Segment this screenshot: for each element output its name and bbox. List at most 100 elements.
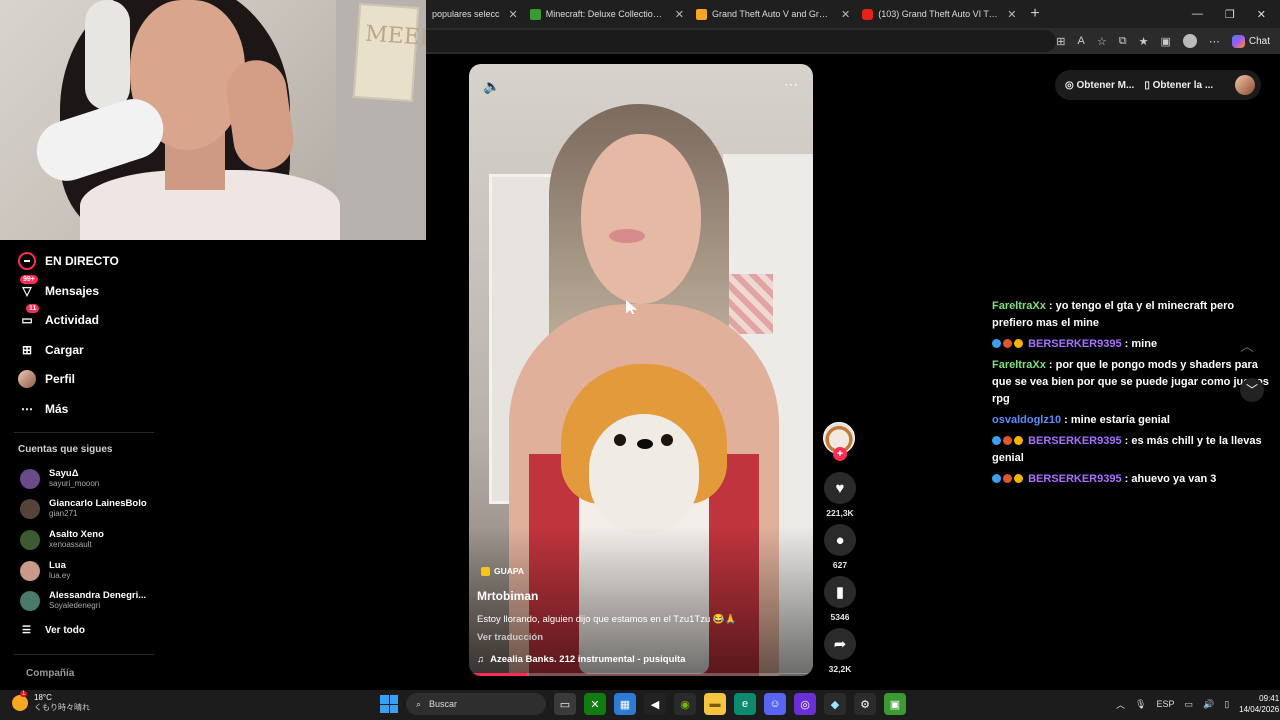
chat-user: BERSERKER9395 (1028, 435, 1122, 447)
account-name: Asalto Xeno (49, 529, 104, 540)
taskbar-search[interactable]: ⌕ Buscar (406, 693, 546, 715)
microphone-icon[interactable]: 🎙 (1135, 699, 1146, 710)
clock[interactable]: 09:41 14/04/2026 (1239, 693, 1279, 715)
user-avatar[interactable] (1235, 75, 1255, 95)
windows-taskbar: 1 18°C くもり時々晴れ ⌕ Buscar ▭ ✕ ▦ ◀ ◉ ▬ e ☺ … (0, 690, 1280, 720)
launcher-icon[interactable]: ◆ (824, 693, 846, 715)
chevron-up-icon[interactable]: ︿ (1116, 698, 1125, 711)
weather-description: くもり時々晴れ (34, 703, 90, 712)
badge-icon (1014, 339, 1023, 348)
read-aloud-icon[interactable]: A (1078, 35, 1085, 47)
copilot-chat-button[interactable]: Chat (1231, 34, 1270, 48)
tab-title: populares selecc (432, 9, 500, 19)
favorite-star-icon[interactable]: ☆ (1097, 35, 1107, 48)
discord-icon[interactable]: ☺ (764, 693, 786, 715)
webcam-headset (85, 0, 130, 110)
volume-icon[interactable]: 🔊 (1203, 699, 1214, 710)
see-translation-link[interactable]: Ver traducción (477, 632, 543, 643)
sidebar-item-live[interactable]: EN DIRECTO (18, 252, 119, 270)
steam-icon[interactable]: ⚙ (854, 693, 876, 715)
minimize-icon[interactable]: — (1192, 8, 1203, 21)
browser-tab[interactable]: populares selecc ✕ (426, 0, 524, 28)
sidebar-item-more[interactable]: ⋯ Más (18, 400, 68, 418)
file-explorer-icon[interactable]: ▬ (704, 693, 726, 715)
sidebar-item-activity[interactable]: ▭ 11 Actividad (18, 304, 99, 329)
follow-plus-icon[interactable]: + (833, 447, 847, 461)
network-icon[interactable]: ▭ (1184, 699, 1193, 710)
edge-icon[interactable]: e (734, 693, 756, 715)
following-section-title: Cuentas que sigues (18, 444, 113, 455)
badge-icon (1003, 339, 1012, 348)
following-account[interactable]: SayuΔ sayuri_mooon (20, 468, 99, 489)
stream-chat: FareltraXx : yo tengo el gta y el minecr… (992, 298, 1276, 492)
browser-tab[interactable]: Minecraft: Deluxe Collection Obtén ✕ (524, 0, 690, 28)
see-all-link[interactable]: ☰ Ver todo (22, 625, 85, 636)
task-view-icon[interactable]: ▭ (554, 693, 576, 715)
favorites-icon[interactable]: ★ (1139, 35, 1149, 48)
video-player[interactable]: 🔈 ⋯ GUAPA Mrtobiman Estoy llorando, algu… (469, 64, 813, 676)
language-indicator[interactable]: ESP (1156, 699, 1174, 709)
following-account[interactable]: Giancarlo LainesBolo gian271 (20, 498, 147, 519)
chat-badges (992, 436, 1023, 445)
video-music[interactable]: ♫ Azealia Banks. 212 instrumental - pusi… (477, 654, 685, 665)
xbox-icon[interactable]: ✕ (584, 693, 606, 715)
account-name: Giancarlo LainesBolo (49, 498, 147, 509)
company-link[interactable]: Compañía (26, 668, 74, 679)
badge-icon (992, 339, 1001, 348)
share-icon: ➦ (824, 628, 856, 660)
following-account[interactable]: Asalto Xeno xenoassault (20, 529, 104, 550)
close-tab-icon[interactable]: ✕ (675, 8, 684, 21)
close-tab-icon[interactable]: ✕ (509, 8, 518, 21)
avatar (20, 590, 40, 611)
weather-sun-icon: 1 (12, 691, 28, 711)
app-available-icon[interactable]: ⊞ (1056, 35, 1065, 48)
new-tab-button[interactable]: + (1022, 5, 1047, 23)
browser-tab[interactable]: Grand Theft Auto V and Grand Th ✕ (690, 0, 856, 28)
badge-icon (1003, 474, 1012, 483)
like-button[interactable]: ♥ 221,3K (823, 472, 857, 518)
video-tag[interactable]: GUAPA (481, 566, 524, 576)
comment-button[interactable]: ● 627 (823, 524, 857, 570)
previous-video-chevron-up-icon[interactable]: ︿ (1240, 336, 1254, 356)
following-account[interactable]: Alessandra Denegri... Soyaledenegri (20, 590, 146, 611)
share-button[interactable]: ➦ 32,2K (823, 628, 857, 674)
close-window-icon[interactable]: ✕ (1257, 8, 1266, 21)
next-video-chevron-down-icon[interactable]: ﹀ (1240, 378, 1264, 402)
get-app-button[interactable]: ▯ Obtener la ... (1144, 80, 1213, 91)
minecraft-icon[interactable]: ▣ (884, 693, 906, 715)
sidebar-item-messages[interactable]: ▽ 99+ Mensajes (18, 275, 99, 300)
close-tab-icon[interactable]: ✕ (1007, 8, 1016, 21)
windows-start-icon[interactable] (380, 695, 398, 713)
store-icon[interactable]: ▦ (614, 693, 636, 715)
capcut-icon[interactable]: ◀ (644, 693, 666, 715)
taskbar-apps: ⌕ Buscar ▭ ✕ ▦ ◀ ◉ ▬ e ☺ ◎ ◆ ⚙ ▣ (380, 693, 906, 715)
following-account[interactable]: Lua lua.ey (20, 560, 70, 581)
collections-icon[interactable]: ▣ (1160, 35, 1170, 48)
volume-icon[interactable]: 🔈 (483, 78, 500, 95)
chat-message: FareltraXx : por que le pongo mods y sha… (992, 359, 1269, 405)
battery-icon[interactable]: ▯ (1224, 699, 1229, 710)
nvidia-icon[interactable]: ◉ (674, 693, 696, 715)
sidebar-item-upload[interactable]: ⊞ Cargar (18, 341, 84, 359)
get-coins-button[interactable]: ◎ Obtener M... (1065, 80, 1134, 91)
address-bar[interactable] (426, 30, 1057, 52)
webcam-poster: MEEL (352, 3, 426, 102)
more-options-icon[interactable]: ⋯ (784, 76, 799, 93)
extensions-icon[interactable]: ⧉ (1119, 35, 1127, 48)
account-handle: Soyaledenegri (49, 601, 101, 610)
close-tab-icon[interactable]: ✕ (841, 8, 850, 21)
more-options-icon[interactable]: ⋯ (1209, 35, 1220, 48)
weather-widget[interactable]: 1 18°C くもり時々晴れ (12, 691, 90, 713)
sidebar-item-profile[interactable]: Perfil (18, 370, 75, 388)
account-handle: xenoassault (49, 540, 92, 549)
temperature: 18°C (34, 693, 52, 702)
profile-avatar[interactable] (1182, 34, 1197, 48)
browser-tab[interactable]: (103) Grand Theft Auto VI Trailer 2 ✕ (856, 0, 1022, 28)
video-author[interactable]: Mrtobiman (477, 589, 538, 603)
obs-icon[interactable]: ◎ (794, 693, 816, 715)
video-progress-bar[interactable] (469, 673, 813, 676)
save-button[interactable]: ▮ 5346 (823, 576, 857, 622)
get-app-label: Obtener la ... (1152, 79, 1214, 91)
maximize-icon[interactable]: ❐ (1225, 8, 1235, 21)
avatar (20, 560, 40, 581)
